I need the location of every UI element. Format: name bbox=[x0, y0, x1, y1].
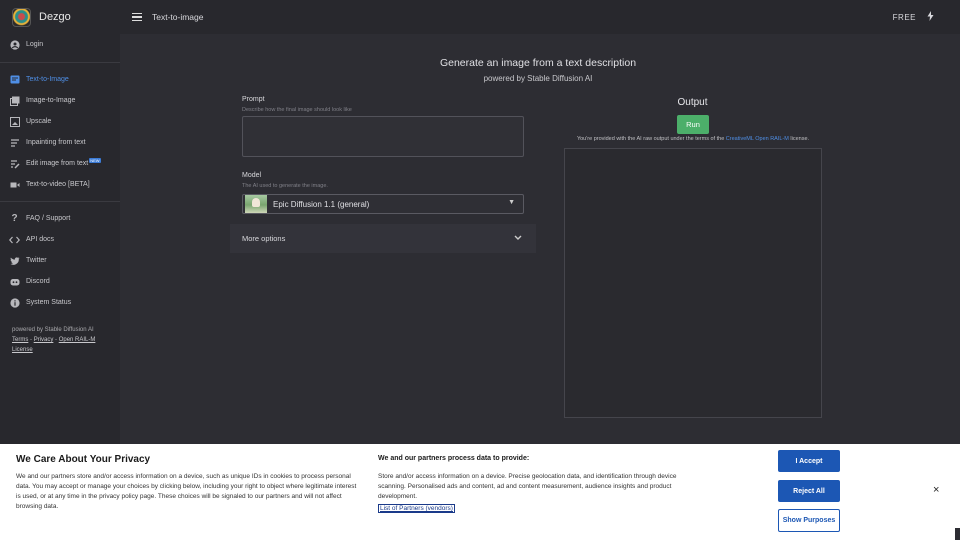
terms-link[interactable]: Terms bbox=[12, 337, 28, 343]
more-options-toggle[interactable]: More options bbox=[230, 224, 536, 253]
partners-text: Store and/or access information on a dev… bbox=[378, 473, 677, 500]
top-bar: Text-to-image FREE bbox=[120, 0, 960, 34]
sidebar-footer: powered by Stable Diffusion AI Terms - P… bbox=[0, 317, 120, 363]
sidebar-item-faq[interactable]: ? FAQ / Support bbox=[0, 208, 120, 229]
privacy-link[interactable]: Privacy bbox=[34, 337, 54, 343]
output-license-note: You're provided with the AI raw output u… bbox=[540, 136, 846, 142]
output-title: Output bbox=[677, 97, 708, 108]
sidebar-item-edit-image[interactable]: Edit image from text NEW bbox=[0, 153, 120, 174]
prompt-label: Prompt bbox=[242, 96, 265, 103]
sidebar-item-discord[interactable]: Discord bbox=[0, 271, 120, 292]
model-help: The AI used to generate the image. bbox=[242, 183, 328, 189]
menu-icon bbox=[132, 16, 142, 18]
sidebar-item-text-to-image[interactable]: Text-to-Image bbox=[0, 69, 120, 90]
subheadline: powered by Stable Diffusion AI bbox=[483, 74, 593, 83]
dezgo-logo bbox=[12, 7, 31, 27]
sidebar-item-label: FAQ / Support bbox=[26, 215, 71, 222]
headline: Generate an image from a text descriptio… bbox=[439, 57, 637, 69]
run-button[interactable]: Run bbox=[677, 115, 709, 134]
menu-button[interactable] bbox=[132, 12, 146, 22]
consent-title: We Care About Your Privacy bbox=[16, 454, 151, 465]
chevron-down-icon bbox=[514, 234, 522, 243]
prompt-input[interactable] bbox=[242, 116, 524, 157]
video-icon bbox=[9, 179, 20, 190]
discord-icon bbox=[9, 276, 20, 287]
accept-button[interactable]: I Accept bbox=[778, 450, 840, 472]
sidebar-item-label: Text-to-video [BETA] bbox=[26, 181, 90, 188]
page-edge bbox=[955, 528, 960, 540]
creativeml-license-link[interactable]: CreativeML Open RAIL-M bbox=[726, 136, 789, 142]
brand[interactable]: Dezgo bbox=[0, 0, 120, 34]
model-label: Model bbox=[242, 172, 262, 179]
sidebar-item-login[interactable]: Login bbox=[0, 34, 120, 55]
sidebar-item-label: Image-to-Image bbox=[26, 97, 76, 104]
menu-icon bbox=[132, 12, 142, 15]
output-image-area bbox=[564, 148, 822, 418]
sidebar-item-api-docs[interactable]: API docs bbox=[0, 229, 120, 250]
model-select[interactable]: Epic Diffusion 1.1 (general) ▼ bbox=[242, 194, 524, 214]
partners-list-link[interactable]: List of Partners (vendors) bbox=[378, 504, 455, 513]
sidebar-item-label: Login bbox=[26, 41, 44, 48]
more-options-label: More options bbox=[242, 234, 286, 243]
page-title: Text-to-image bbox=[152, 12, 204, 22]
account-icon bbox=[9, 39, 20, 50]
reject-all-button[interactable]: Reject All bbox=[778, 480, 840, 502]
consent-text: We and our partners store and/or access … bbox=[16, 473, 357, 510]
divider bbox=[0, 201, 120, 202]
question-icon: ? bbox=[11, 213, 18, 224]
code-icon bbox=[9, 234, 20, 245]
menu-icon bbox=[132, 19, 142, 22]
sidebar-item-upscale[interactable]: Upscale bbox=[0, 111, 120, 132]
sidebar-item-label: Inpainting from text bbox=[26, 139, 86, 146]
cookie-consent-banner: We Care About Your Privacy We and our pa… bbox=[0, 444, 960, 540]
show-purposes-button[interactable]: Show Purposes bbox=[778, 509, 840, 532]
sidebar-item-twitter[interactable]: Twitter bbox=[0, 250, 120, 271]
sidebar-item-label: Text-to-Image bbox=[26, 76, 69, 83]
partners-title: We and our partners process data to prov… bbox=[378, 455, 530, 462]
sidebar-item-image-to-image[interactable]: Image-to-Image bbox=[0, 90, 120, 111]
license-suffix: license. bbox=[788, 136, 810, 142]
plan-label[interactable]: FREE bbox=[893, 13, 916, 22]
inpaint-icon bbox=[9, 137, 20, 148]
edit-icon bbox=[9, 158, 20, 169]
sidebar-item-system-status[interactable]: System Status bbox=[0, 292, 120, 313]
powered-by-text: powered by Stable Diffusion AI bbox=[12, 327, 94, 333]
sidebar-item-label: Twitter bbox=[26, 257, 47, 264]
sidebar-item-label: Discord bbox=[26, 278, 50, 285]
sidebar-item-label: Upscale bbox=[26, 118, 52, 125]
image-text-icon bbox=[9, 74, 20, 85]
model-selected-value: Epic Diffusion 1.1 (general) bbox=[273, 199, 370, 209]
sidebar-item-inpainting[interactable]: Inpainting from text bbox=[0, 132, 120, 153]
main-content: Generate an image from a text descriptio… bbox=[120, 34, 960, 444]
model-thumbnail bbox=[245, 195, 267, 213]
caret-down-icon: ▼ bbox=[508, 199, 515, 206]
sidebar-item-text-to-video[interactable]: Text-to-video [BETA] bbox=[0, 174, 120, 195]
new-badge: NEW bbox=[89, 158, 101, 163]
bolt-icon[interactable] bbox=[927, 11, 934, 23]
sidebar-item-label: System Status bbox=[26, 299, 72, 306]
license-prefix: You're provided with the AI raw output u… bbox=[576, 136, 726, 142]
sidebar-item-label: API docs bbox=[26, 236, 55, 243]
twitter-icon bbox=[9, 255, 20, 266]
prompt-help: Describe how the final image should look… bbox=[242, 107, 352, 113]
upscale-icon bbox=[9, 116, 20, 127]
close-icon[interactable]: × bbox=[933, 484, 939, 496]
info-icon bbox=[9, 297, 20, 308]
brand-name: Dezgo bbox=[39, 11, 71, 23]
divider bbox=[0, 62, 120, 63]
sidebar-item-label: Edit image from text bbox=[26, 160, 89, 167]
legal-links: Terms - Privacy - Open RAIL-M License bbox=[12, 335, 108, 355]
images-icon bbox=[9, 95, 20, 106]
